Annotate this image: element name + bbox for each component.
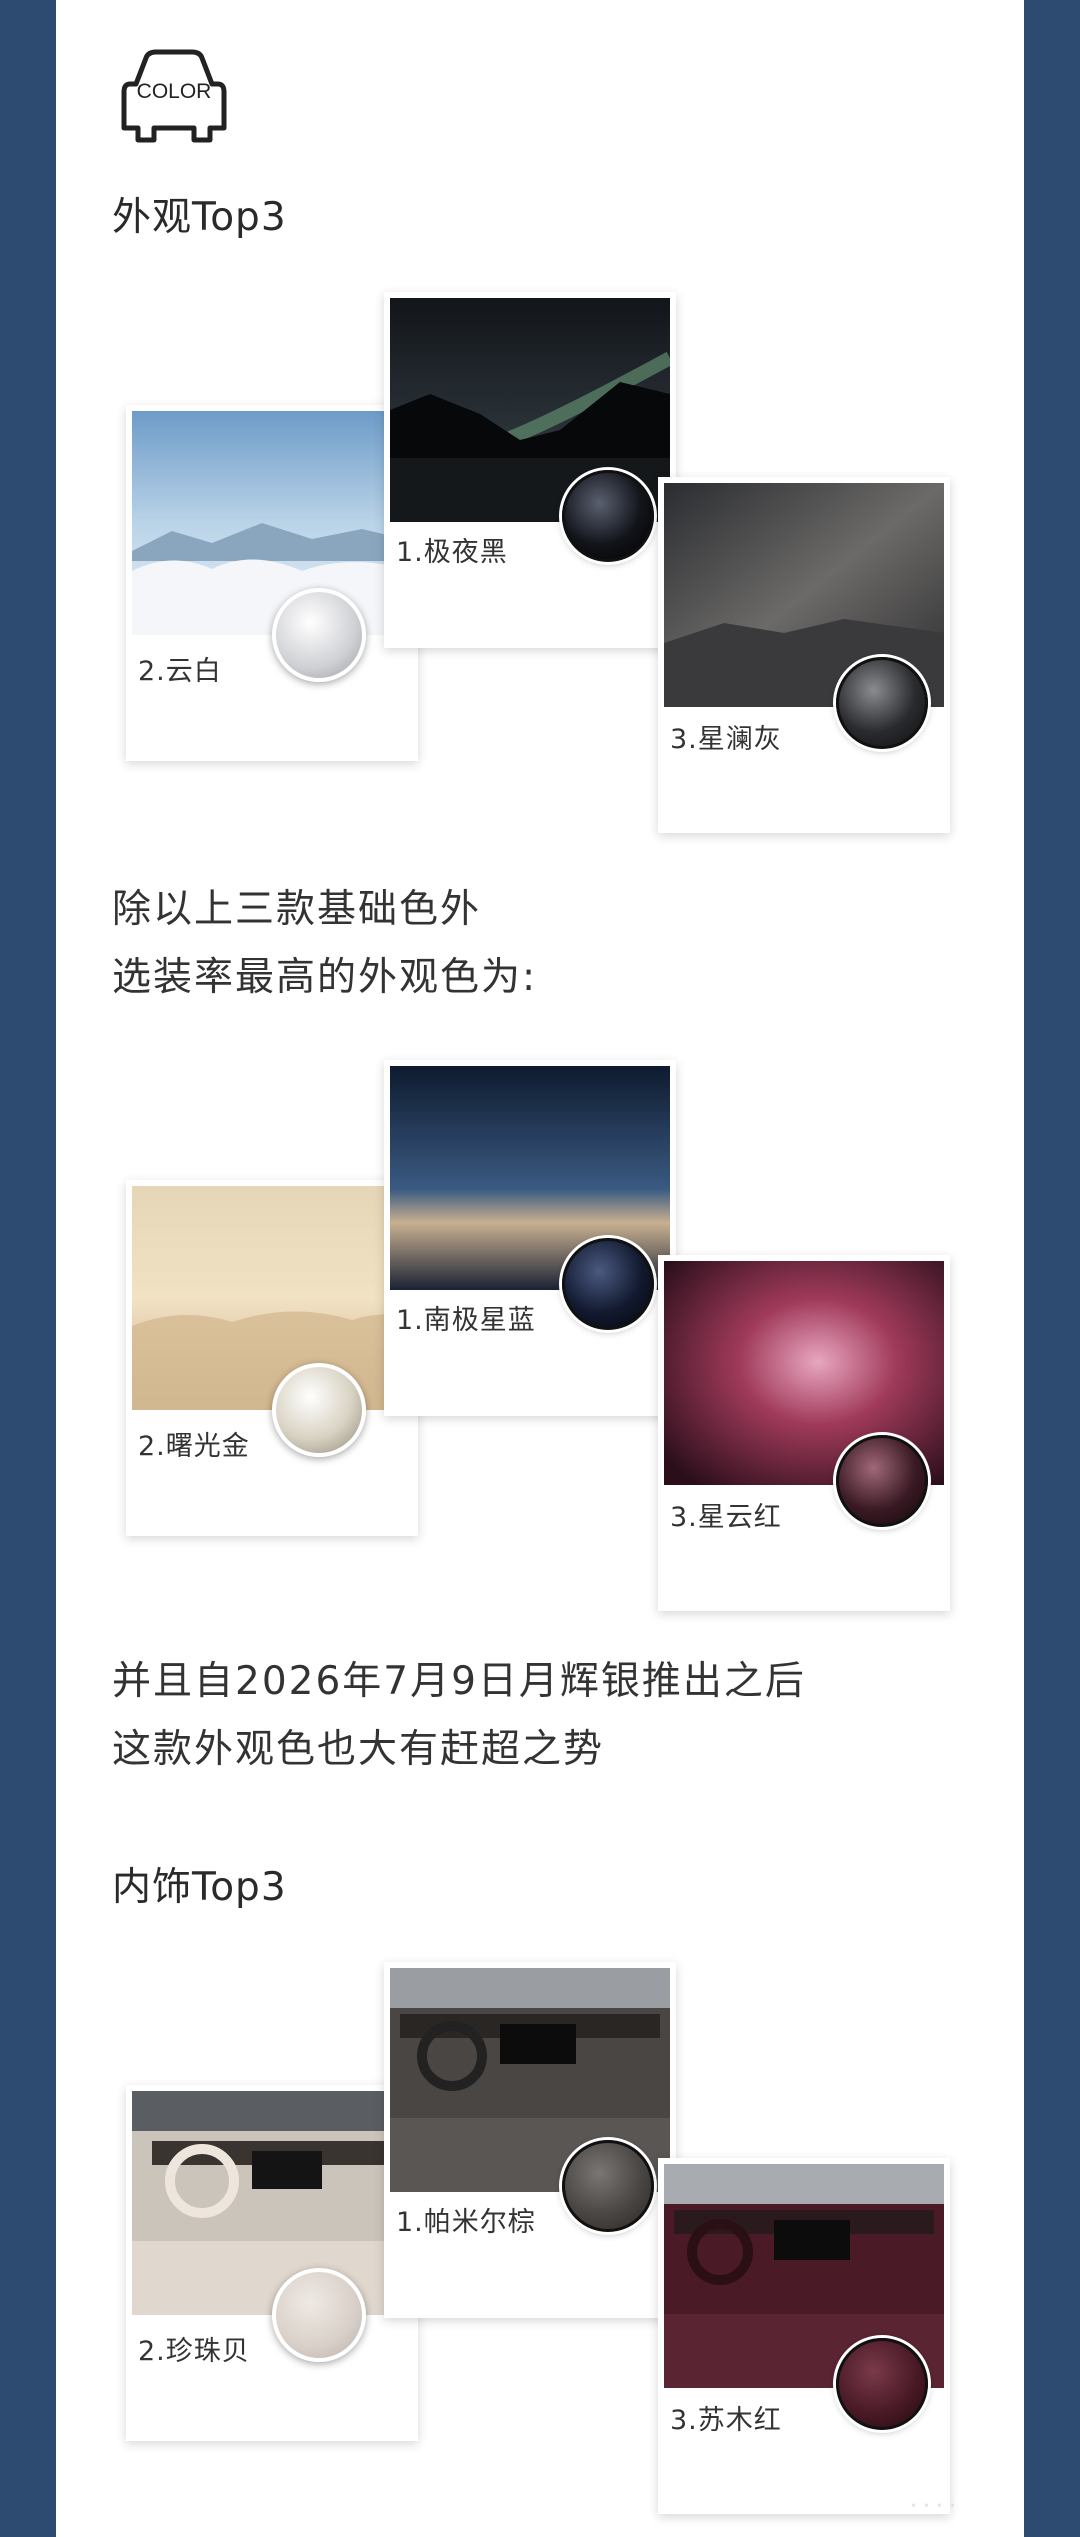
nebula-red-swatch [836,1435,928,1527]
color-label: 2.珍珠贝 [138,2336,250,2367]
cloud-white-swatch [272,588,366,682]
paragraph-line: 这款外观色也大有赶超之势 [112,1727,605,1772]
color-label: 3.星澜灰 [670,724,782,755]
golden-clouds-photo [132,1186,412,1410]
pamir-brown-swatch [562,2140,654,2232]
color-label: 3.星云红 [670,1502,782,1533]
watermark: ···· [910,2494,962,2519]
pearl-shell-swatch [272,2268,366,2362]
sappan-red-swatch [836,2338,928,2430]
interior-heading: 内饰Top3 [112,1865,287,1910]
intro-paragraph: 除以上三款基础色外 选装率最高的外观色为: [112,876,537,1012]
cloud-sky-photo [132,411,412,635]
polar-night-black-swatch [562,470,654,562]
interior-card-sappan-red: 3.苏木红 [658,2158,950,2514]
exterior-heading: 外观Top3 [112,195,287,240]
color-label: 1.帕米尔棕 [396,2207,536,2238]
color-card-aurora-gold: 2.曙光金 [126,1180,418,1536]
color-label: 1.南极星蓝 [396,1305,536,1336]
color-card-star-gray: 3.星澜灰 [658,477,950,833]
color-card-antarctic-star-blue: 1.南极星蓝 [384,1060,676,1416]
interior-card-pearl-shell: 2.珍珠贝 [126,2085,418,2441]
follow-up-paragraph: 并且自2026年7月9日月辉银推出之后 这款外观色也大有赶超之势 [112,1648,806,1784]
color-label: 1.极夜黑 [396,537,508,568]
paragraph-line: 并且自2026年7月9日月辉银推出之后 [112,1659,806,1704]
article-page: COLOR 外观Top3 2.云白 1.极夜黑 3.星澜灰 除以上三款基础色外 … [56,0,1024,2537]
color-card-nebula-red: 3.星云红 [658,1255,950,1611]
color-card-cloud-white: 2.云白 [126,405,418,761]
color-label: 3.苏木红 [670,2405,782,2436]
car-outline-icon: COLOR [114,44,234,150]
color-label: 2.云白 [138,656,222,687]
paragraph-line: 除以上三款基础色外 [112,887,482,932]
star-gray-swatch [836,657,928,749]
pearl-interior-photo [132,2091,412,2315]
interior-card-pamir-brown: 1.帕米尔棕 [384,1962,676,2318]
color-label: 2.曙光金 [138,1431,250,1462]
aurora-gold-swatch [272,1363,366,1457]
color-card-polar-night-black: 1.极夜黑 [384,292,676,648]
antarctic-star-blue-swatch [562,1238,654,1330]
paragraph-line: 选装率最高的外观色为: [112,955,538,1000]
svg-text:COLOR: COLOR [137,80,212,103]
